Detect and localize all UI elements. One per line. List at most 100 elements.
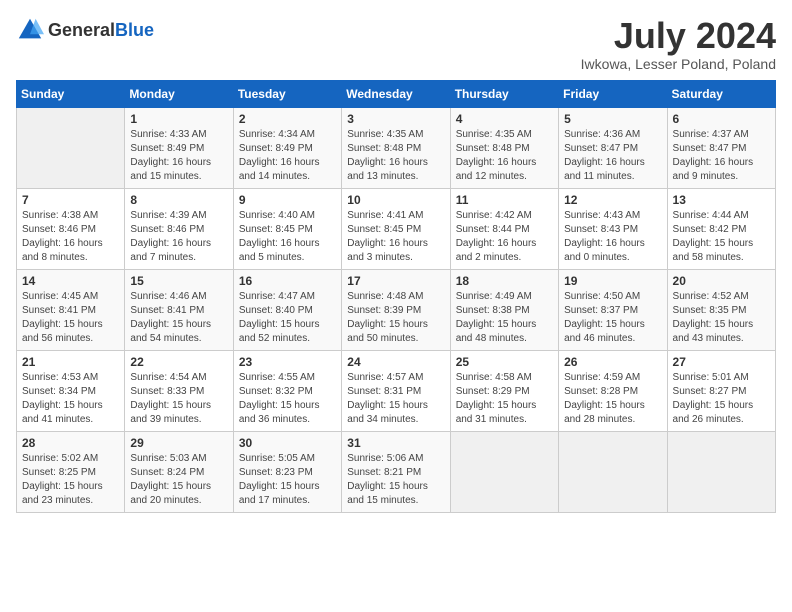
calendar-cell xyxy=(559,431,667,512)
day-number: 8 xyxy=(130,193,227,207)
calendar-cell xyxy=(17,107,125,188)
calendar-header-row: SundayMondayTuesdayWednesdayThursdayFrid… xyxy=(17,80,776,107)
day-info: Sunrise: 4:53 AMSunset: 8:34 PMDaylight:… xyxy=(22,371,119,427)
day-info: Sunrise: 4:49 AMSunset: 8:38 PMDaylight:… xyxy=(456,290,553,346)
calendar-cell: 15 Sunrise: 4:46 AMSunset: 8:41 PMDayligh… xyxy=(125,269,233,350)
logo-general-text: General xyxy=(48,20,115,40)
day-info: Sunrise: 4:40 AMSunset: 8:45 PMDaylight:… xyxy=(239,209,336,265)
day-number: 15 xyxy=(130,274,227,288)
day-header-thursday: Thursday xyxy=(450,80,558,107)
day-header-wednesday: Wednesday xyxy=(342,80,450,107)
day-info: Sunrise: 4:38 AMSunset: 8:46 PMDaylight:… xyxy=(22,209,119,265)
day-info: Sunrise: 4:55 AMSunset: 8:32 PMDaylight:… xyxy=(239,371,336,427)
day-info: Sunrise: 4:50 AMSunset: 8:37 PMDaylight:… xyxy=(564,290,661,346)
day-number: 17 xyxy=(347,274,444,288)
day-info: Sunrise: 5:02 AMSunset: 8:25 PMDaylight:… xyxy=(22,452,119,508)
day-number: 26 xyxy=(564,355,661,369)
calendar-cell: 11 Sunrise: 4:42 AMSunset: 8:44 PMDayligh… xyxy=(450,188,558,269)
day-number: 3 xyxy=(347,112,444,126)
calendar-cell: 21 Sunrise: 4:53 AMSunset: 8:34 PMDayligh… xyxy=(17,350,125,431)
calendar-cell: 16 Sunrise: 4:47 AMSunset: 8:40 PMDayligh… xyxy=(233,269,341,350)
day-number: 23 xyxy=(239,355,336,369)
calendar-cell: 17Sunrise: 4:48 AMSunset: 8:39 PMDayligh… xyxy=(342,269,450,350)
calendar-cell: 8 Sunrise: 4:39 AMSunset: 8:46 PMDaylight… xyxy=(125,188,233,269)
calendar-cell: 4Sunrise: 4:35 AMSunset: 8:48 PMDaylight… xyxy=(450,107,558,188)
day-number: 21 xyxy=(22,355,119,369)
day-number: 6 xyxy=(673,112,770,126)
day-number: 28 xyxy=(22,436,119,450)
calendar-week-row: 28 Sunrise: 5:02 AMSunset: 8:25 PMDayligh… xyxy=(17,431,776,512)
day-info: Sunrise: 4:37 AMSunset: 8:47 PMDaylight:… xyxy=(673,128,770,184)
day-number: 19 xyxy=(564,274,661,288)
calendar-cell: 14 Sunrise: 4:45 AMSunset: 8:41 PMDayligh… xyxy=(17,269,125,350)
calendar-cell: 9 Sunrise: 4:40 AMSunset: 8:45 PMDaylight… xyxy=(233,188,341,269)
location-text: Iwkowa, Lesser Poland, Poland xyxy=(581,56,776,72)
calendar-cell: 7 Sunrise: 4:38 AMSunset: 8:46 PMDaylight… xyxy=(17,188,125,269)
calendar-cell: 24Sunrise: 4:57 AMSunset: 8:31 PMDayligh… xyxy=(342,350,450,431)
day-number: 13 xyxy=(673,193,770,207)
day-info: Sunrise: 4:35 AMSunset: 8:48 PMDaylight:… xyxy=(456,128,553,184)
day-number: 11 xyxy=(456,193,553,207)
day-info: Sunrise: 4:34 AMSunset: 8:49 PMDaylight:… xyxy=(239,128,336,184)
page-header: GeneralBlue July 2024 Iwkowa, Lesser Pol… xyxy=(16,16,776,72)
day-number: 29 xyxy=(130,436,227,450)
title-block: July 2024 Iwkowa, Lesser Poland, Poland xyxy=(581,16,776,72)
day-number: 14 xyxy=(22,274,119,288)
day-number: 25 xyxy=(456,355,553,369)
day-info: Sunrise: 4:43 AMSunset: 8:43 PMDaylight:… xyxy=(564,209,661,265)
day-number: 18 xyxy=(456,274,553,288)
day-number: 30 xyxy=(239,436,336,450)
calendar-cell: 1 Sunrise: 4:33 AMSunset: 8:49 PMDaylight… xyxy=(125,107,233,188)
day-number: 10 xyxy=(347,193,444,207)
day-info: Sunrise: 4:42 AMSunset: 8:44 PMDaylight:… xyxy=(456,209,553,265)
calendar-week-row: 1 Sunrise: 4:33 AMSunset: 8:49 PMDaylight… xyxy=(17,107,776,188)
day-info: Sunrise: 4:54 AMSunset: 8:33 PMDaylight:… xyxy=(130,371,227,427)
calendar-cell: 12Sunrise: 4:43 AMSunset: 8:43 PMDayligh… xyxy=(559,188,667,269)
day-info: Sunrise: 5:01 AMSunset: 8:27 PMDaylight:… xyxy=(673,371,770,427)
day-info: Sunrise: 4:45 AMSunset: 8:41 PMDaylight:… xyxy=(22,290,119,346)
calendar-cell: 2 Sunrise: 4:34 AMSunset: 8:49 PMDaylight… xyxy=(233,107,341,188)
calendar-week-row: 7 Sunrise: 4:38 AMSunset: 8:46 PMDaylight… xyxy=(17,188,776,269)
day-info: Sunrise: 4:46 AMSunset: 8:41 PMDaylight:… xyxy=(130,290,227,346)
day-info: Sunrise: 4:44 AMSunset: 8:42 PMDaylight:… xyxy=(673,209,770,265)
calendar-cell: 20 Sunrise: 4:52 AMSunset: 8:35 PMDayligh… xyxy=(667,269,775,350)
day-number: 7 xyxy=(22,193,119,207)
calendar-cell: 29Sunrise: 5:03 AMSunset: 8:24 PMDayligh… xyxy=(125,431,233,512)
calendar-cell: 18 Sunrise: 4:49 AMSunset: 8:38 PMDayligh… xyxy=(450,269,558,350)
calendar-cell: 19 Sunrise: 4:50 AMSunset: 8:37 PMDayligh… xyxy=(559,269,667,350)
day-number: 27 xyxy=(673,355,770,369)
day-info: Sunrise: 4:36 AMSunset: 8:47 PMDaylight:… xyxy=(564,128,661,184)
day-number: 2 xyxy=(239,112,336,126)
day-number: 5 xyxy=(564,112,661,126)
day-number: 16 xyxy=(239,274,336,288)
calendar-cell: 6 Sunrise: 4:37 AMSunset: 8:47 PMDaylight… xyxy=(667,107,775,188)
calendar-cell: 27 Sunrise: 5:01 AMSunset: 8:27 PMDayligh… xyxy=(667,350,775,431)
calendar-table: SundayMondayTuesdayWednesdayThursdayFrid… xyxy=(16,80,776,513)
calendar-cell: 22Sunrise: 4:54 AMSunset: 8:33 PMDayligh… xyxy=(125,350,233,431)
day-number: 9 xyxy=(239,193,336,207)
day-info: Sunrise: 5:05 AMSunset: 8:23 PMDaylight:… xyxy=(239,452,336,508)
calendar-cell: 23 Sunrise: 4:55 AMSunset: 8:32 PMDayligh… xyxy=(233,350,341,431)
calendar-cell: 30 Sunrise: 5:05 AMSunset: 8:23 PMDayligh… xyxy=(233,431,341,512)
calendar-cell: 28 Sunrise: 5:02 AMSunset: 8:25 PMDayligh… xyxy=(17,431,125,512)
day-info: Sunrise: 4:39 AMSunset: 8:46 PMDaylight:… xyxy=(130,209,227,265)
day-info: Sunrise: 4:35 AMSunset: 8:48 PMDaylight:… xyxy=(347,128,444,184)
day-info: Sunrise: 4:57 AMSunset: 8:31 PMDaylight:… xyxy=(347,371,444,427)
calendar-cell xyxy=(667,431,775,512)
day-info: Sunrise: 4:59 AMSunset: 8:28 PMDaylight:… xyxy=(564,371,661,427)
calendar-cell: 25 Sunrise: 4:58 AMSunset: 8:29 PMDayligh… xyxy=(450,350,558,431)
day-number: 31 xyxy=(347,436,444,450)
day-number: 20 xyxy=(673,274,770,288)
calendar-week-row: 21 Sunrise: 4:53 AMSunset: 8:34 PMDayligh… xyxy=(17,350,776,431)
day-info: Sunrise: 4:33 AMSunset: 8:49 PMDaylight:… xyxy=(130,128,227,184)
day-number: 1 xyxy=(130,112,227,126)
day-header-friday: Friday xyxy=(559,80,667,107)
day-info: Sunrise: 4:47 AMSunset: 8:40 PMDaylight:… xyxy=(239,290,336,346)
day-info: Sunrise: 4:52 AMSunset: 8:35 PMDaylight:… xyxy=(673,290,770,346)
calendar-cell: 3 Sunrise: 4:35 AMSunset: 8:48 PMDaylight… xyxy=(342,107,450,188)
calendar-cell: 31Sunrise: 5:06 AMSunset: 8:21 PMDayligh… xyxy=(342,431,450,512)
calendar-week-row: 14 Sunrise: 4:45 AMSunset: 8:41 PMDayligh… xyxy=(17,269,776,350)
day-info: Sunrise: 4:58 AMSunset: 8:29 PMDaylight:… xyxy=(456,371,553,427)
month-title: July 2024 xyxy=(581,16,776,56)
logo-blue-text: Blue xyxy=(115,20,154,40)
